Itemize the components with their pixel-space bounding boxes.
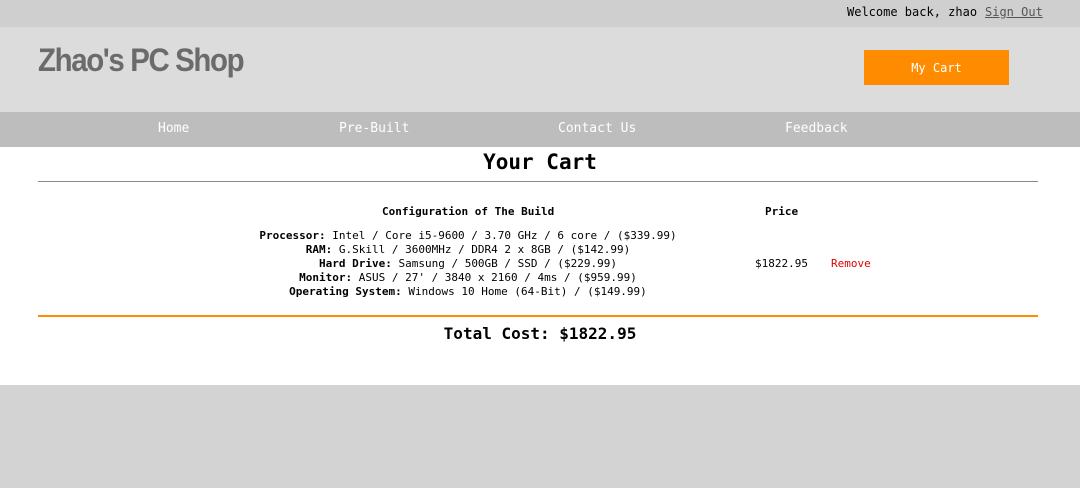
sign-out-link[interactable]: Sign Out [985, 5, 1043, 19]
config-row-os: Operating System: Windows 10 Home (64-Bi… [289, 285, 647, 298]
main-nav: Home Pre-Built Contact Us Feedback [0, 112, 1080, 147]
header: Zhao's PC Shop My Cart [0, 27, 1080, 112]
my-cart-button[interactable]: My Cart [864, 50, 1009, 85]
cart-section: Your Cart Configuration of The Build Pri… [0, 147, 1080, 385]
nav-item-pre-built[interactable]: Pre-Built [339, 121, 409, 136]
welcome-text: Welcome back, zhao [847, 5, 978, 19]
nav-item-home[interactable]: Home [158, 121, 189, 136]
item-price: $1822.95 [755, 257, 808, 270]
shop-logo[interactable]: Zhao's PC Shop [38, 42, 245, 79]
config-row-ram: RAM: G.Skill / 3600MHz / DDR4 2 x 8GB / … [305, 243, 631, 256]
remove-link[interactable]: Remove [831, 257, 871, 270]
build-configuration: Processor: Intel / Core i5-9600 / 3.70 G… [218, 229, 718, 299]
total-cost: Total Cost: $1822.95 [443, 324, 637, 343]
total-divider [38, 315, 1038, 317]
top-bar: Welcome back, zhao Sign Out [0, 0, 1080, 27]
price-column-header: Price [765, 205, 799, 218]
config-row-processor: Processor: Intel / Core i5-9600 / 3.70 G… [259, 229, 677, 242]
page-title: Your Cart [483, 150, 597, 174]
config-column-header: Configuration of The Build [382, 205, 555, 218]
nav-item-contact-us[interactable]: Contact Us [558, 121, 636, 136]
config-row-monitor: Monitor: ASUS / 27' / 3840 x 2160 / 4ms … [299, 271, 637, 284]
nav-item-feedback[interactable]: Feedback [785, 121, 848, 136]
title-divider [38, 181, 1038, 182]
config-row-hard-drive: Hard Drive: Samsung / 500GB / SSD / ($22… [318, 257, 618, 270]
